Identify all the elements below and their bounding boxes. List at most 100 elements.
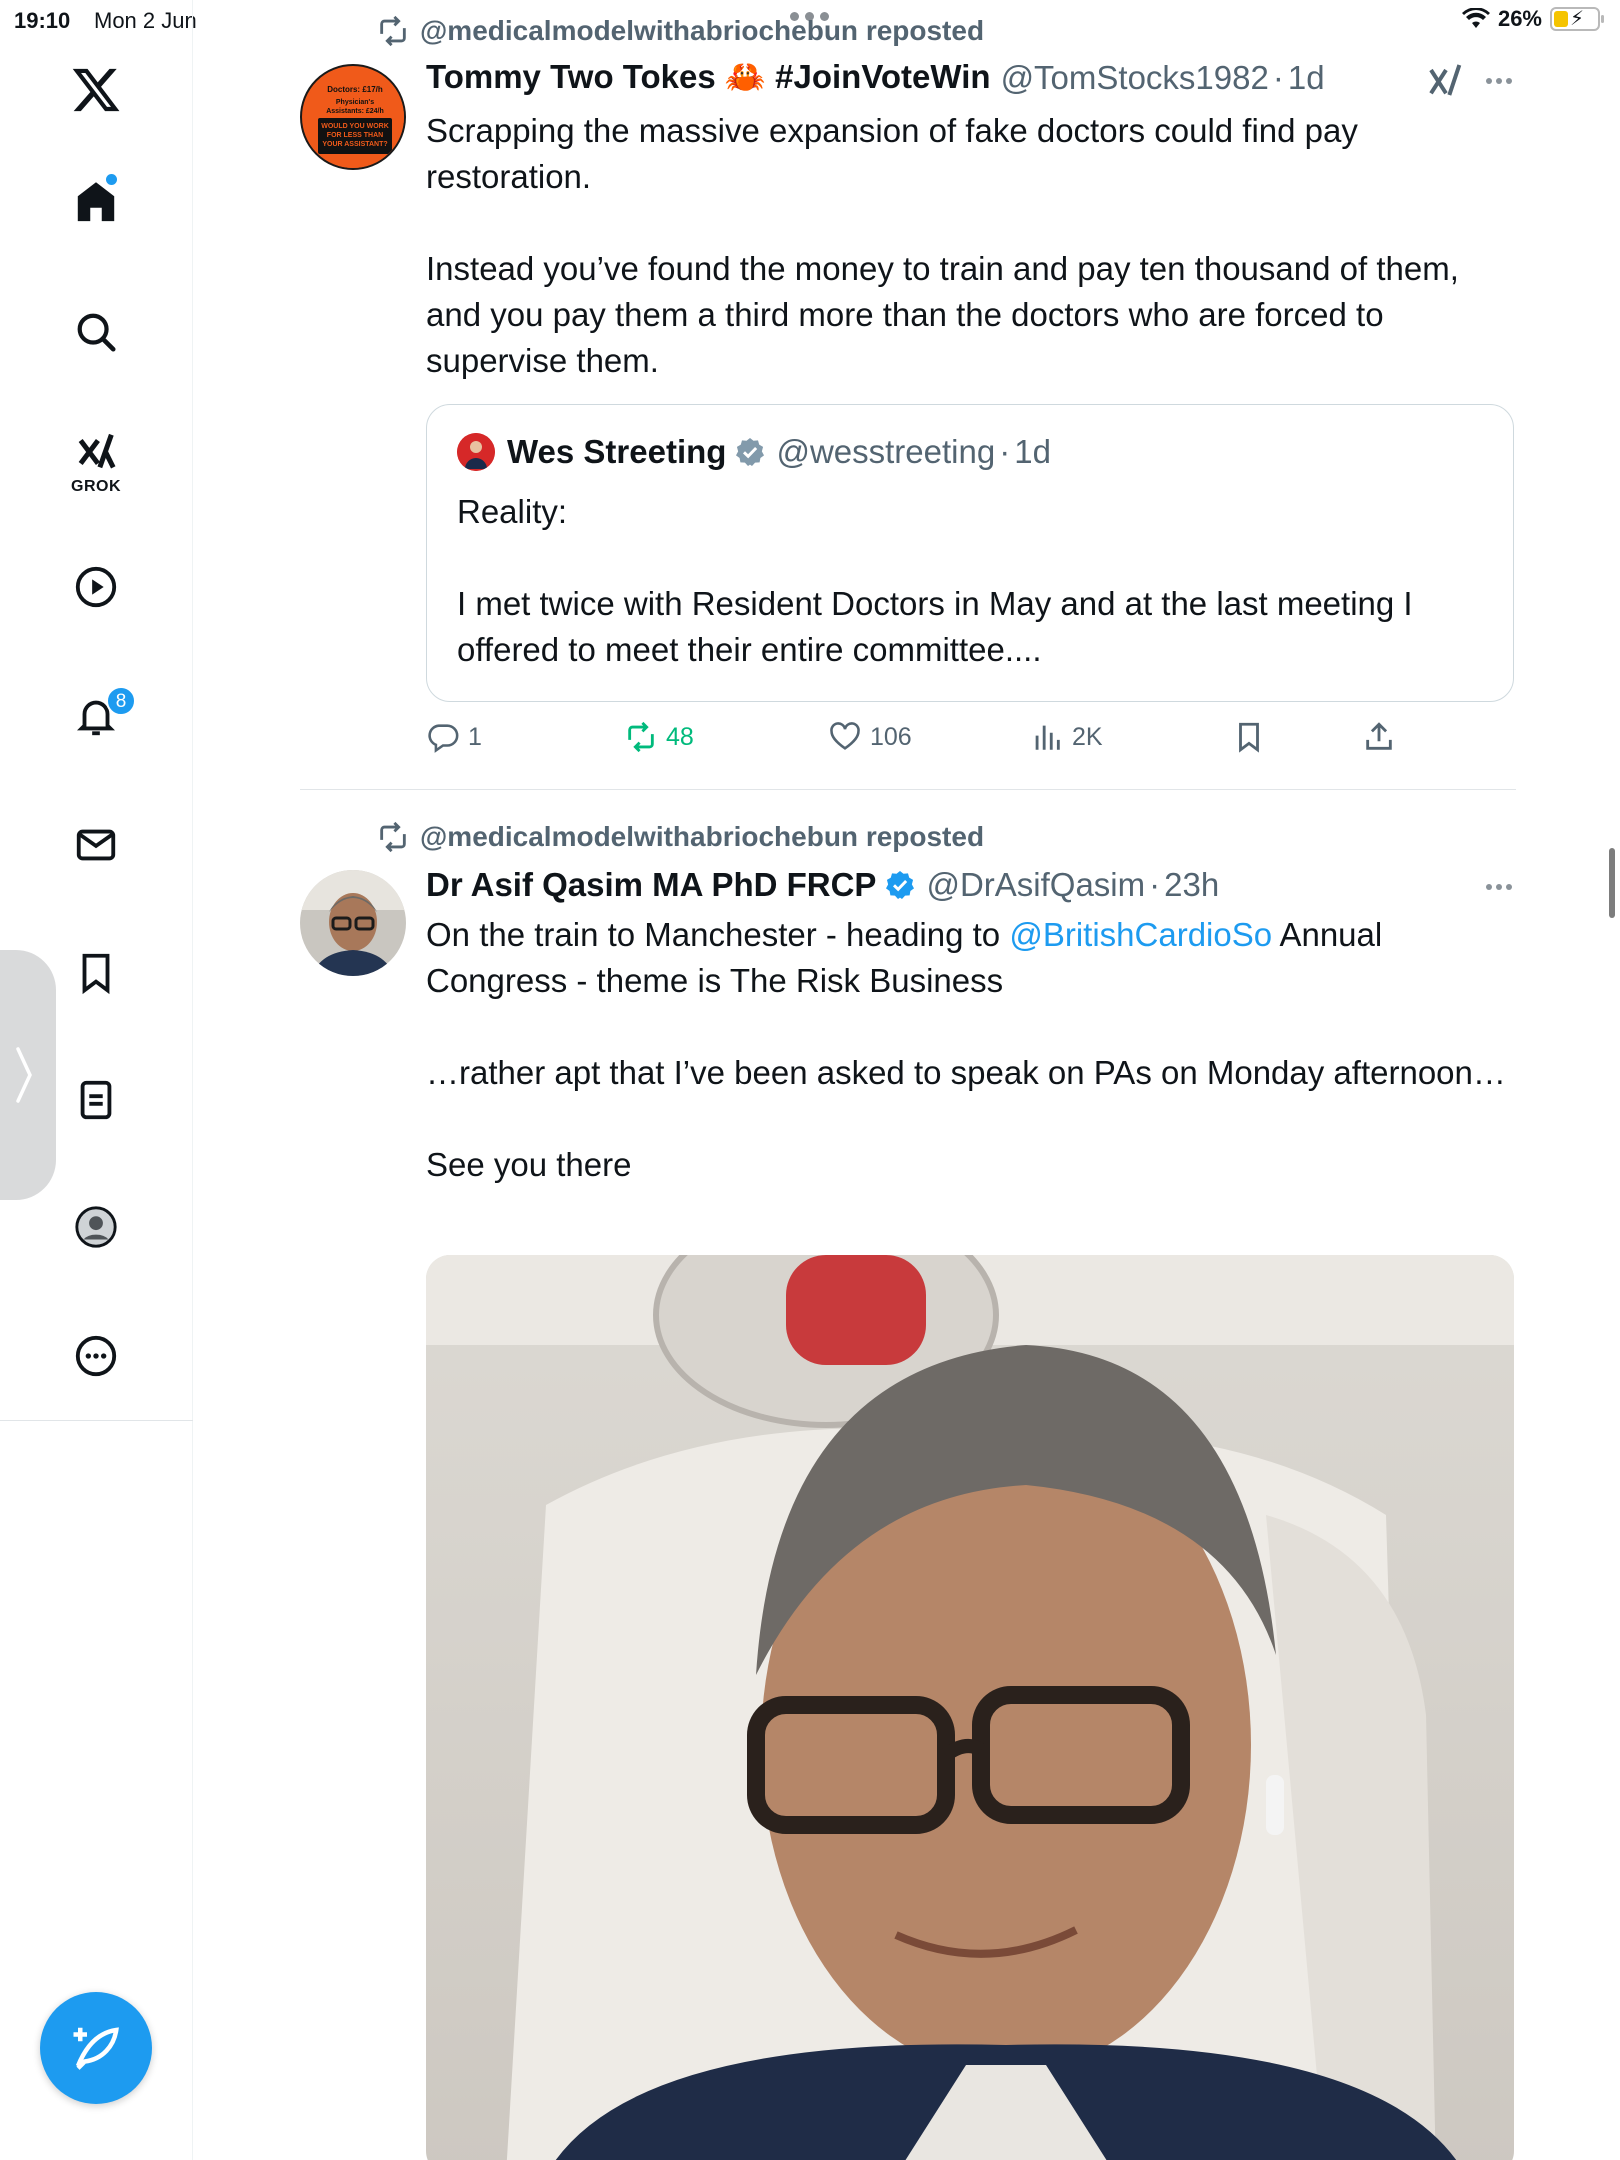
tweet-time[interactable]: 23h bbox=[1164, 866, 1219, 904]
avatar-image bbox=[300, 870, 406, 976]
bookmark-icon bbox=[1239, 722, 1259, 753]
quote-text: Reality: I met twice with Resident Docto… bbox=[457, 489, 1487, 673]
sidebar-item-grok[interactable] bbox=[66, 422, 126, 482]
bookmark-button[interactable] bbox=[1232, 720, 1266, 754]
sidebar-nav: GROK 8 bbox=[0, 0, 193, 2160]
views-chart-icon bbox=[1035, 725, 1060, 750]
sidebar-item-bookmarks[interactable] bbox=[66, 943, 126, 1003]
mail-icon bbox=[76, 829, 116, 861]
quote-author-name: Wes Streeting bbox=[507, 433, 727, 470]
svg-text:Physician's: Physician's bbox=[336, 99, 374, 106]
svg-text:WOULD YOU WORK: WOULD YOU WORK bbox=[321, 123, 389, 130]
quote-author-handle: @wesstreeting bbox=[776, 433, 996, 470]
repost-label: @medicalmodelwithabriochebun reposted bbox=[420, 15, 985, 46]
selfie-image bbox=[426, 1255, 1514, 2160]
verified-badge-icon bbox=[736, 438, 765, 466]
scrollbar-thumb[interactable] bbox=[1609, 848, 1615, 918]
more-circle-icon bbox=[75, 1335, 117, 1377]
author-handle[interactable]: @DrAsifQasim bbox=[926, 866, 1145, 904]
chevron-right-icon bbox=[16, 1047, 32, 1103]
separator-dot: · bbox=[1272, 58, 1284, 96]
tweet-text-segment: On the train to Manchester - heading to bbox=[426, 916, 1010, 953]
views-button[interactable]: 2K bbox=[1030, 720, 1103, 754]
repost-icon bbox=[628, 721, 654, 753]
sidebar-item-search[interactable] bbox=[66, 302, 126, 362]
tweet-text: On the train to Manchester - heading to … bbox=[426, 912, 1516, 1188]
mention-link[interactable]: @BritishCardioSo bbox=[1009, 916, 1272, 953]
home-icon bbox=[77, 182, 115, 222]
tweet-photo[interactable] bbox=[426, 1255, 1514, 2160]
sidebar-item-home[interactable] bbox=[66, 172, 126, 232]
author-handle[interactable]: @TomStocks1982 bbox=[1001, 59, 1269, 97]
more-options-icon[interactable] bbox=[1486, 884, 1512, 890]
quote-paragraph: I met twice with Resident Doctors in May… bbox=[457, 585, 1413, 668]
quote-time: 1d bbox=[1014, 433, 1051, 470]
tweet-paragraph: On the train to Manchester - heading to … bbox=[426, 912, 1516, 1004]
author-name[interactable]: Dr Asif Qasim MA PhD FRCP bbox=[426, 866, 876, 904]
separator-dot: · bbox=[1149, 866, 1161, 903]
reply-count: 1 bbox=[468, 722, 482, 751]
quote-header: Wes Streeting @wesstreeting · 1d bbox=[457, 433, 1051, 471]
tweet-paragraph: See you there bbox=[426, 1146, 632, 1183]
share-button[interactable] bbox=[1362, 720, 1396, 754]
sidebar-divider bbox=[0, 1420, 193, 1421]
tweet-text: Scrapping the massive expansion of fake … bbox=[426, 108, 1516, 384]
repost-icon bbox=[380, 15, 406, 47]
tweet-paragraph: …rather apt that I’ve been asked to spea… bbox=[426, 1054, 1506, 1091]
reply-button[interactable]: 1 bbox=[426, 720, 482, 754]
tweet-actions: 1 48 106 2K bbox=[426, 720, 1426, 760]
tweet-paragraph: Scrapping the massive expansion of fake … bbox=[426, 112, 1358, 195]
video-play-icon bbox=[75, 566, 117, 608]
sidebar-item-more[interactable] bbox=[66, 1326, 126, 1386]
sidebar-item-lists[interactable] bbox=[66, 1070, 126, 1130]
sidebar-item-video[interactable] bbox=[66, 557, 126, 617]
search-icon bbox=[77, 313, 116, 352]
verified-badge-icon bbox=[886, 871, 915, 899]
tweet-divider bbox=[300, 789, 1516, 790]
tweet-header: Tommy Two Tokes 🦀 #JoinVoteWin @TomStock… bbox=[426, 58, 1325, 97]
home-unread-dot bbox=[106, 174, 117, 185]
views-count: 2K bbox=[1072, 722, 1103, 751]
repost-indicator[interactable]: @medicalmodelwithabriochebun reposted bbox=[376, 820, 984, 854]
lists-icon bbox=[80, 1080, 112, 1120]
quote-paragraph: Reality: bbox=[457, 493, 568, 530]
avatar[interactable]: Doctors: £17/h Physician's Assistants: £… bbox=[300, 64, 406, 170]
separator-dot: · bbox=[999, 433, 1011, 470]
svg-text:YOUR ASSISTANT?: YOUR ASSISTANT? bbox=[322, 141, 387, 148]
more-options-icon[interactable] bbox=[1486, 78, 1512, 84]
status-right: 26% ⚡ bbox=[1461, 6, 1604, 32]
svg-text:Assistants: £24/h: Assistants: £24/h bbox=[326, 108, 384, 115]
author-name[interactable]: Tommy Two Tokes 🦀 #JoinVoteWin bbox=[426, 58, 991, 97]
svg-text:FOR LESS THAN: FOR LESS THAN bbox=[327, 132, 383, 139]
tweet-header: Dr Asif Qasim MA PhD FRCP @DrAsifQasim ·… bbox=[426, 866, 1219, 904]
like-button[interactable]: 106 bbox=[828, 720, 912, 754]
repost-button[interactable]: 48 bbox=[624, 720, 694, 754]
repost-icon bbox=[380, 821, 406, 853]
share-icon bbox=[1366, 722, 1392, 750]
compose-icon bbox=[73, 2027, 119, 2070]
quote-avatar bbox=[457, 433, 495, 471]
sidebar-item-messages[interactable] bbox=[66, 815, 126, 875]
compose-button[interactable] bbox=[40, 1992, 152, 2104]
tweet-time[interactable]: 1d bbox=[1288, 59, 1325, 97]
repost-indicator[interactable]: @medicalmodelwithabriochebun reposted bbox=[376, 14, 984, 48]
like-count: 106 bbox=[870, 722, 912, 751]
wifi-icon bbox=[1461, 8, 1490, 28]
repost-count: 48 bbox=[666, 722, 694, 751]
side-drawer-handle[interactable] bbox=[0, 950, 56, 1200]
bookmark-icon bbox=[82, 953, 110, 995]
heart-icon bbox=[830, 722, 860, 750]
tweet-paragraph: Instead you’ve found the money to train … bbox=[426, 250, 1459, 379]
battery-icon: ⚡ bbox=[1550, 7, 1604, 31]
reply-icon bbox=[428, 724, 459, 753]
grok-explain-icon[interactable] bbox=[1426, 60, 1466, 100]
sidebar-item-profile[interactable] bbox=[66, 1197, 126, 1257]
x-logo[interactable] bbox=[70, 64, 122, 116]
repost-label: @medicalmodelwithabriochebun reposted bbox=[420, 821, 985, 852]
grok-label: GROK bbox=[71, 478, 121, 495]
quoted-tweet-card[interactable]: Wes Streeting @wesstreeting · 1d Reality… bbox=[426, 404, 1514, 702]
avatar[interactable] bbox=[300, 870, 406, 976]
battery-percent: 26% bbox=[1497, 6, 1542, 31]
notifications-badge: 8 bbox=[106, 686, 136, 716]
grok-icon bbox=[78, 433, 116, 469]
